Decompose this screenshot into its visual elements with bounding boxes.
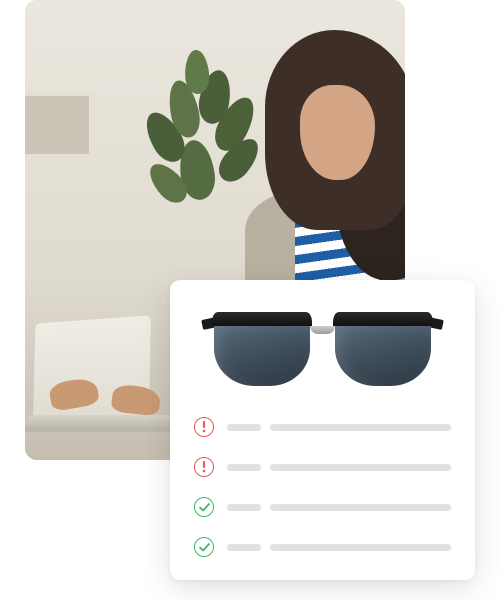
sunglasses-icon bbox=[210, 312, 435, 392]
checklist-item bbox=[194, 537, 451, 557]
placeholder-text bbox=[227, 544, 451, 551]
warning-icon bbox=[194, 457, 214, 477]
placeholder-text bbox=[227, 464, 451, 471]
checklist-item bbox=[194, 457, 451, 477]
placeholder-text bbox=[227, 504, 451, 511]
product-check-card bbox=[170, 280, 475, 580]
warning-icon bbox=[194, 417, 214, 437]
checklist bbox=[194, 417, 451, 557]
checklist-item bbox=[194, 497, 451, 517]
product-image-area bbox=[194, 304, 451, 399]
checkmark-icon bbox=[194, 537, 214, 557]
placeholder-text bbox=[227, 424, 451, 431]
checkmark-icon bbox=[194, 497, 214, 517]
checklist-item bbox=[194, 417, 451, 437]
wall-frame bbox=[25, 90, 95, 160]
